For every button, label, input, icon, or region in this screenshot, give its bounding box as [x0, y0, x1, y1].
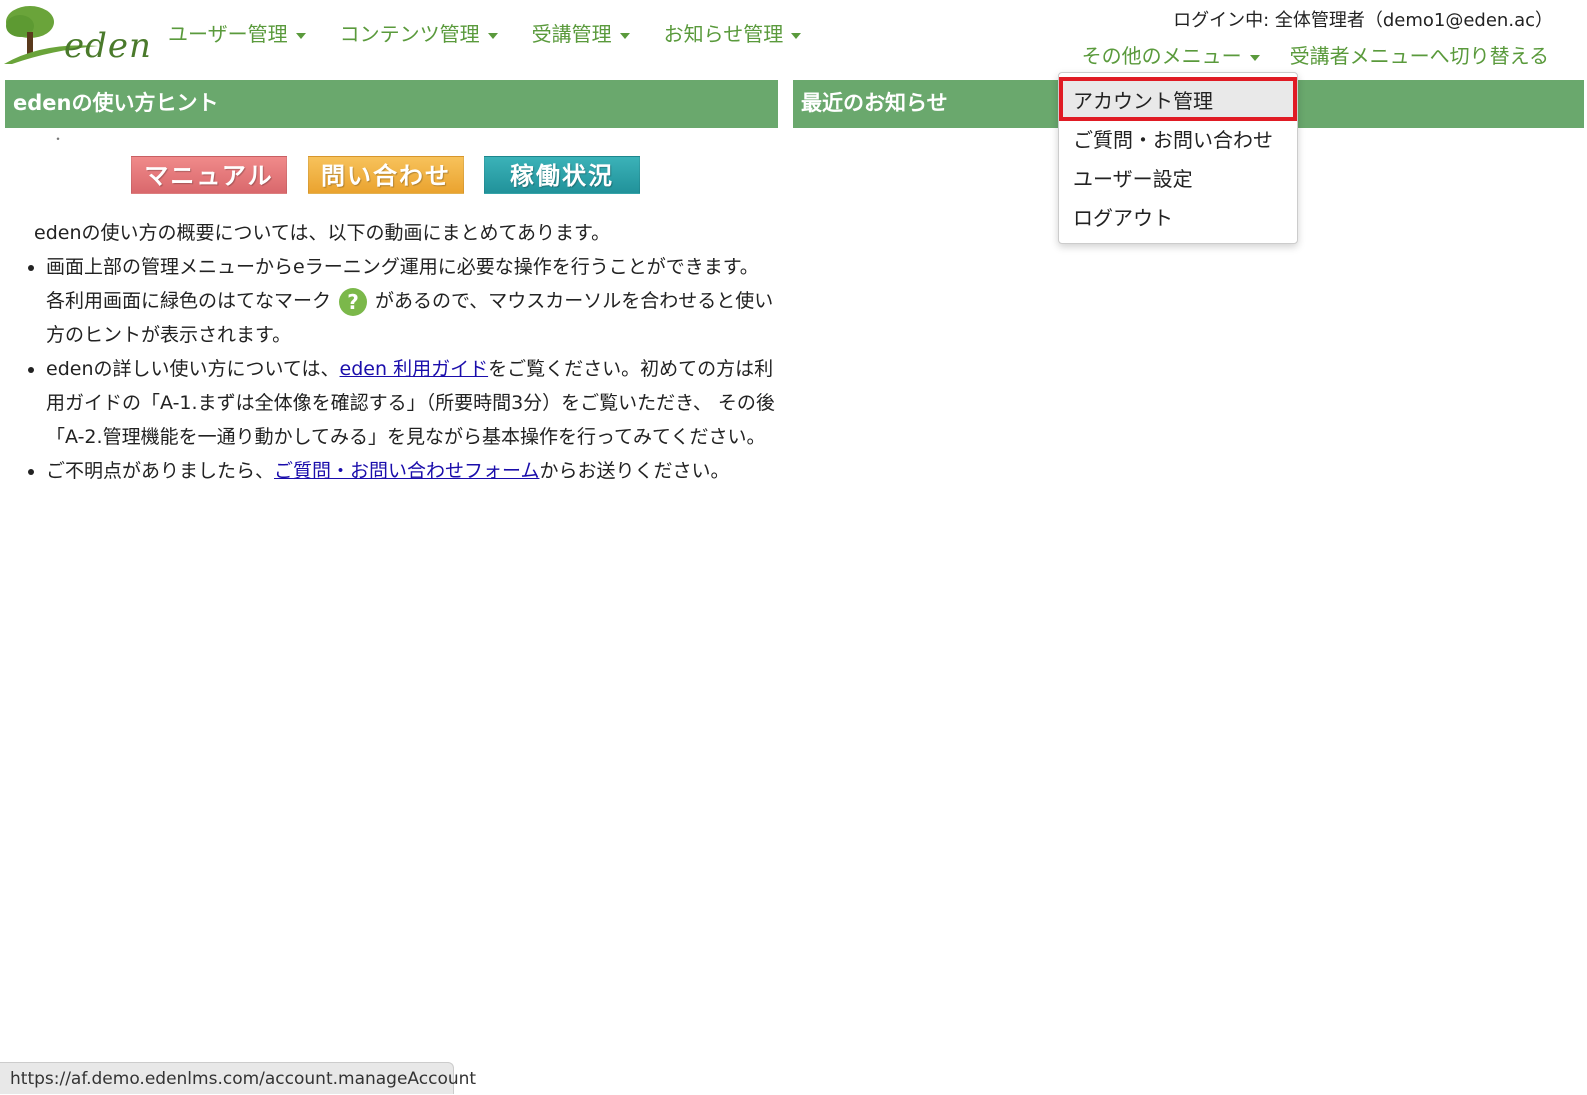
hint-text: からお送りください。: [539, 460, 730, 482]
usage-guide-link[interactable]: eden 利用ガイド: [340, 358, 489, 380]
caret-down-icon: [487, 32, 498, 39]
caret-down-icon: [791, 32, 802, 39]
nav-label: 受講管理: [531, 22, 612, 46]
main-nav: ユーザー管理 コンテンツ管理 受講管理 お知らせ管理: [168, 18, 802, 47]
status-bar-url: https://af.demo.edenlms.com/account.mana…: [0, 1062, 476, 1094]
bullet-dot: ・: [52, 132, 65, 146]
menu-item-inquiry[interactable]: ご質問・お問い合わせ: [1073, 124, 1273, 153]
list-item: ご不明点がありましたら、ご質問・お問い合わせフォームからお送りください。: [46, 454, 775, 488]
other-menu-label: その他のメニュー: [1081, 44, 1242, 68]
nav-course-management[interactable]: 受講管理: [532, 18, 630, 47]
eden-logo[interactable]: eden: [2, 2, 151, 66]
hint-text: edenの詳しい使い方については、: [46, 358, 340, 380]
hint-text: ご不明点がありましたら、: [46, 460, 275, 482]
list-item: edenの詳しい使い方については、eden 利用ガイドをご覧ください。初めての方…: [46, 352, 775, 454]
caret-down-icon: [1249, 54, 1260, 61]
list-item: 画面上部の管理メニューからeラーニング運用に必要な操作を行うことができます。各利…: [46, 250, 775, 352]
inquiry-form-link[interactable]: ご質問・お問い合わせフォーム: [274, 460, 539, 482]
hints-panel-title: edenの使い方ヒント: [5, 80, 778, 128]
other-menu-toggle[interactable]: その他のメニュー: [1082, 40, 1260, 69]
nav-content-management[interactable]: コンテンツ管理: [340, 18, 498, 47]
nav-label: お知らせ管理: [663, 22, 784, 46]
right-nav: その他のメニュー 受講者メニューへ切り替える: [1082, 40, 1549, 69]
login-info: ログイン中: 全体管理者（demo1@eden.ac）: [1173, 10, 1553, 31]
menu-item-account-management[interactable]: アカウント管理: [1073, 85, 1213, 114]
switch-to-learner-link[interactable]: 受講者メニューへ切り替える: [1290, 40, 1549, 69]
nav-label: ユーザー管理: [168, 22, 288, 46]
intro-text: edenの使い方の概要については、以下の動画にまとめてあります。: [34, 222, 611, 244]
nav-user-management[interactable]: ユーザー管理: [168, 18, 306, 47]
menu-item-user-settings[interactable]: ユーザー設定: [1073, 163, 1193, 192]
logo-text: eden: [64, 26, 152, 66]
nav-notice-management[interactable]: お知らせ管理: [664, 18, 802, 47]
menu-item-logout[interactable]: ログアウト: [1073, 202, 1173, 231]
hints-content: edenの使い方の概要については、以下の動画にまとめてあります。 画面上部の管理…: [10, 214, 775, 488]
inquiry-button[interactable]: 問い合わせ: [308, 156, 464, 194]
caret-down-icon: [619, 32, 630, 39]
help-question-icon[interactable]: ?: [339, 287, 368, 316]
nav-label: コンテンツ管理: [339, 22, 480, 46]
caret-down-icon: [295, 32, 306, 39]
hints-list: 画面上部の管理メニューからeラーニング運用に必要な操作を行うことができます。各利…: [10, 250, 775, 488]
other-menu-dropdown: アカウント管理 ご質問・お問い合わせ ユーザー設定 ログアウト: [1058, 72, 1298, 244]
status-button[interactable]: 稼働状況: [484, 156, 640, 194]
manual-button[interactable]: マニュアル: [131, 156, 287, 194]
